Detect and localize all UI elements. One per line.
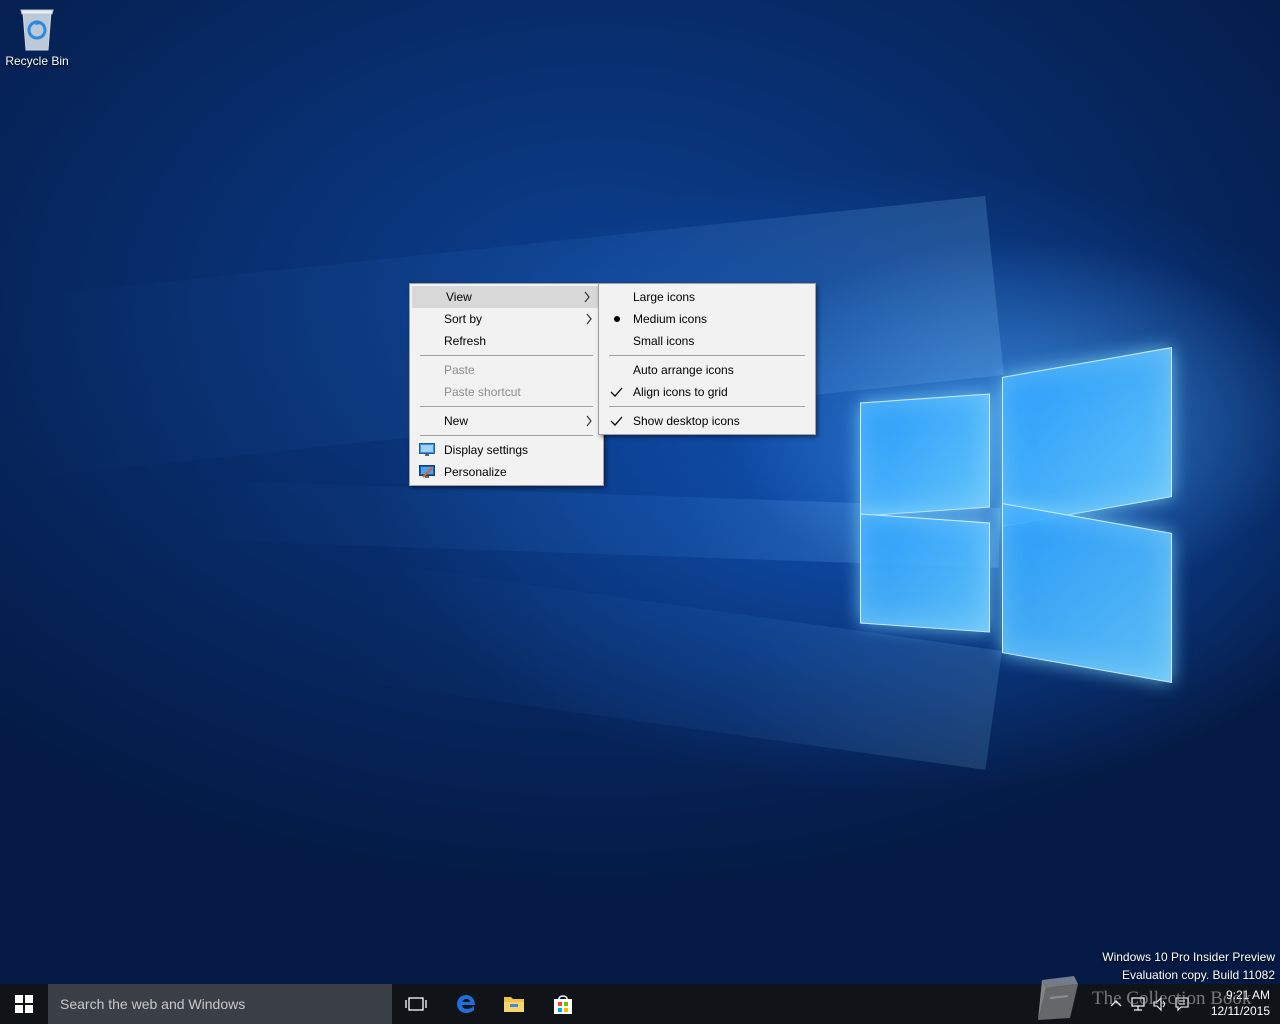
menu-item-label: Personalize	[444, 465, 507, 479]
submenu-item-large-icons[interactable]: Large icons	[599, 286, 815, 308]
store-taskbar-button[interactable]	[539, 984, 587, 1024]
menu-item-new[interactable]: New	[410, 410, 603, 432]
watermark-build: Evaluation copy. Build 11082	[1122, 968, 1275, 982]
bullet-icon	[614, 316, 620, 322]
edge-icon	[457, 995, 475, 1013]
clock-date: 12/11/2015	[1210, 1004, 1270, 1018]
taskbar: Search the web and Windows 9:21 AM 12/11…	[0, 984, 1280, 1024]
logo-pane-top-right	[1002, 347, 1172, 527]
menu-item-label: Paste	[444, 363, 475, 377]
menu-separator	[420, 435, 593, 436]
taskbar-search-box[interactable]: Search the web and Windows	[48, 984, 392, 1024]
watermark-edition: Windows 10 Pro Insider Preview	[1102, 950, 1275, 964]
menu-separator	[609, 406, 805, 407]
view-submenu: Large icons Medium icons Small icons Aut…	[598, 283, 816, 435]
clock-time: 9:21 AM	[1225, 988, 1270, 1002]
submenu-item-medium-icons[interactable]: Medium icons	[599, 308, 815, 330]
windows-logo-wallpaper	[850, 347, 1180, 683]
taskbar-clock[interactable]: 9:21 AM 12/11/2015	[1211, 987, 1270, 1019]
chevron-up-icon[interactable]	[1108, 996, 1124, 1012]
recycle-bin-shortcut[interactable]: Recycle Bin	[0, 6, 74, 68]
menu-item-label: Auto arrange icons	[633, 363, 734, 377]
menu-item-display-settings[interactable]: Display settings	[410, 439, 603, 461]
logo-pane-bottom-left	[860, 513, 990, 633]
menu-separator	[420, 355, 593, 356]
menu-separator	[420, 406, 593, 407]
submenu-item-show-desktop-icons[interactable]: Show desktop icons	[599, 410, 815, 432]
logo-pane-bottom-right	[1002, 503, 1172, 683]
recycle-bin-label: Recycle Bin	[5, 54, 69, 68]
task-view-icon	[405, 997, 427, 1011]
start-button[interactable]	[0, 984, 48, 1024]
logo-pane-top-left	[860, 393, 990, 517]
windows-start-icon	[15, 995, 33, 1013]
menu-item-label: Paste shortcut	[444, 385, 521, 399]
menu-item-sort-by[interactable]: Sort by	[410, 308, 603, 330]
submenu-item-align-to-grid[interactable]: Align icons to grid	[599, 381, 815, 403]
chevron-right-icon	[586, 313, 592, 325]
submenu-item-small-icons[interactable]: Small icons	[599, 330, 815, 352]
menu-separator	[609, 355, 805, 356]
action-center-icon[interactable]	[1174, 996, 1190, 1012]
system-tray: 9:21 AM 12/11/2015	[1100, 984, 1280, 1024]
menu-item-label: Align icons to grid	[633, 385, 728, 399]
menu-item-paste[interactable]: Paste	[410, 359, 603, 381]
menu-item-label: Large icons	[633, 290, 696, 304]
menu-item-refresh[interactable]: Refresh	[410, 330, 603, 352]
evaluation-watermark: Windows 10 Pro Insider Preview Evaluatio…	[1102, 948, 1275, 984]
menu-item-label: Display settings	[444, 443, 529, 457]
personalize-icon	[419, 465, 435, 478]
checkmark-icon	[610, 416, 623, 426]
menu-item-label: Show desktop icons	[633, 414, 740, 428]
menu-item-label: Small icons	[633, 334, 695, 348]
menu-item-label: Sort by	[444, 312, 483, 326]
desktop-context-menu: View Sort by Refresh Paste Paste shortcu…	[409, 283, 604, 486]
menu-item-personalize[interactable]: Personalize	[410, 461, 603, 483]
submenu-item-auto-arrange[interactable]: Auto arrange icons	[599, 359, 815, 381]
display-settings-icon	[419, 443, 435, 456]
chevron-right-icon	[586, 415, 592, 427]
file-explorer-icon	[504, 997, 524, 1012]
menu-item-paste-shortcut[interactable]: Paste shortcut	[410, 381, 603, 403]
volume-icon[interactable]	[1152, 996, 1168, 1012]
checkmark-icon	[610, 387, 623, 397]
menu-item-label: Refresh	[444, 334, 487, 348]
menu-item-label: View	[446, 290, 472, 304]
desktop-background[interactable]: Recycle Bin View Sort by Refresh Paste P…	[0, 0, 1280, 984]
menu-item-view[interactable]: View	[412, 286, 601, 308]
menu-item-label: Medium icons	[633, 312, 708, 326]
chevron-right-icon	[584, 291, 590, 303]
search-placeholder: Search the web and Windows	[60, 996, 246, 1012]
file-explorer-taskbar-button[interactable]	[490, 984, 538, 1024]
store-icon	[554, 995, 572, 1014]
network-icon[interactable]	[1130, 996, 1146, 1012]
task-view-button[interactable]	[392, 984, 440, 1024]
menu-item-label: New	[444, 414, 469, 428]
recycle-bin-icon	[20, 9, 54, 51]
edge-taskbar-button[interactable]	[442, 984, 490, 1024]
